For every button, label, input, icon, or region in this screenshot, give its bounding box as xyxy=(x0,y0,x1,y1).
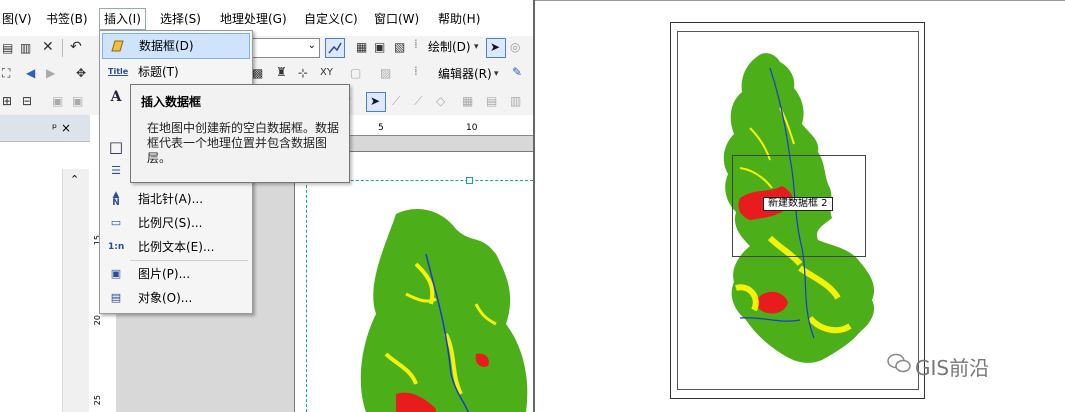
menu-bar: 图(V) 书签(B) 插入(I) 选择(S) 地理处理(G) 自定义(C) 窗口… xyxy=(0,0,533,36)
zoom-out-layout-icon[interactable]: ⊟ xyxy=(22,93,32,109)
text-icon: A xyxy=(110,89,122,105)
ruler-tick-label: 25 xyxy=(93,395,102,406)
catalog-icon[interactable]: ▣ xyxy=(374,39,385,55)
menu-bookmarks[interactable]: 书签(B) xyxy=(46,10,88,28)
north-arrow-icon: ▲ N xyxy=(112,190,120,208)
pin-close-controls[interactable]: ᵖ × xyxy=(52,121,71,135)
menu-item-label: 比例文本(E)... xyxy=(138,240,215,254)
scale-bar-icon: ▭ xyxy=(110,216,122,229)
editor-menu-button[interactable]: 编辑器(R) xyxy=(438,65,492,83)
menu-customize[interactable]: 自定义(C) xyxy=(304,10,358,28)
neatline-icon: □ xyxy=(108,138,124,156)
reshape-icon[interactable]: ⟋ xyxy=(414,93,422,109)
menu-insert[interactable]: 插入(I) xyxy=(99,8,146,30)
toolbox-icon[interactable]: ▧ xyxy=(394,39,405,55)
menu-item-title[interactable]: Title 标题(T) xyxy=(102,60,248,84)
dropdown-arrow-icon[interactable]: ▾ xyxy=(474,39,479,55)
html-popup-icon[interactable]: ▢ xyxy=(350,65,361,81)
zoom-toggle-button[interactable] xyxy=(325,38,345,58)
dropdown-arrow-icon[interactable]: ▾ xyxy=(494,66,499,82)
data-frame-icon xyxy=(109,38,125,54)
toolbar-grip-icon[interactable]: ⁞ xyxy=(414,36,418,52)
menu-item-label: 数据框(D) xyxy=(139,39,194,53)
menu-item-label: 标题(T) xyxy=(138,65,179,79)
toc-header: ᵖ × xyxy=(0,115,90,142)
menu-item-label: 指北针(A)... xyxy=(138,192,204,206)
fixed-zoom-icon[interactable]: ▣ xyxy=(52,93,63,109)
arcmap-window: 图(V) 书签(B) 插入(I) 选择(S) 地理处理(G) 自定义(C) 窗口… xyxy=(0,0,533,412)
cursor-arrow-icon: ➤ xyxy=(370,94,381,108)
standard-toolbar: ▤ ▥ ✕ ↶ ⌄ ▦ ▣ ▧ ⁞ 绘制(D) ▾ ➤ ◎ xyxy=(0,36,533,60)
scroll-up-icon[interactable]: ⌃ xyxy=(70,173,79,186)
rotate-edit-icon[interactable]: ◇ xyxy=(436,93,445,109)
toolbar-grip-icon[interactable]: ⁞ xyxy=(414,63,418,79)
new-data-frame-label: 新建数据框 2 xyxy=(763,197,833,211)
title-icon: Title xyxy=(108,67,129,76)
xy-go-to-icon[interactable]: XY xyxy=(320,65,333,81)
tooltip-title: 插入数据框 xyxy=(141,95,202,109)
object-icon: ▤ xyxy=(110,291,122,304)
table-icon[interactable]: ▦ xyxy=(356,39,367,55)
attributes-icon[interactable]: ▦ xyxy=(462,93,473,109)
measure-icon[interactable]: ⊹ xyxy=(298,65,308,81)
layout-result-view: 新建数据框 2 GIS前沿 xyxy=(535,0,1065,412)
pan-icon[interactable]: ✥ xyxy=(76,65,86,81)
menu-item-scale-text[interactable]: 1:n 比例文本(E)... xyxy=(102,235,248,259)
sketch-props-icon[interactable]: ▤ xyxy=(486,93,497,109)
tools-toolbar: ⛶ ◀ ▶ ✥ ▩ ♜ ⊹ XY ▢ ▨ ⁞ 编辑器(R) ▾ ✎ xyxy=(0,60,533,87)
select-features-button[interactable]: ➤ xyxy=(366,92,386,112)
draw-menu-button[interactable]: 绘制(D) xyxy=(428,38,471,56)
cursor-arrow-icon: ➤ xyxy=(490,40,501,54)
edit-tool-icon[interactable]: ✎ xyxy=(512,64,522,80)
menu-help[interactable]: 帮助(H) xyxy=(438,10,480,28)
ruler-tick-label: 5 xyxy=(378,123,384,133)
menu-separator xyxy=(130,260,248,261)
menu-selection[interactable]: 选择(S) xyxy=(160,10,201,28)
select-elements-button[interactable]: ➤ xyxy=(486,38,506,58)
menu-item-scale-bar[interactable]: ▭ 比例尺(S)... xyxy=(102,211,248,235)
rotate-icon[interactable]: ◎ xyxy=(510,39,520,55)
data-view-icon xyxy=(328,42,342,54)
menu-item-object[interactable]: ▤ 对象(O)... xyxy=(102,286,248,310)
toc-scrollbar[interactable]: ⌃ xyxy=(62,169,89,412)
picture-icon: ▣ xyxy=(110,267,122,280)
tooltip-insert-data-frame: 插入数据框 在地图中创建新的空白数据框。数据框代表一个地理位置并包含数据图层。 xyxy=(130,84,350,183)
edit-vertices-icon[interactable]: ⟋ xyxy=(392,93,400,109)
undo-icon[interactable]: ↶ xyxy=(70,39,82,55)
time-slider-icon[interactable]: ▨ xyxy=(380,65,391,81)
find-icon[interactable]: ♜ xyxy=(276,64,287,80)
map-thumbnail-left xyxy=(360,209,528,412)
copy-icon[interactable]: ▤ xyxy=(2,40,13,56)
scale-text-icon: 1:n xyxy=(108,242,125,252)
chevron-down-icon: ⌄ xyxy=(307,40,316,51)
menu-item-picture[interactable]: ▣ 图片(P)... xyxy=(102,262,248,286)
watermark-text: GIS前沿 xyxy=(915,356,990,380)
tooltip-body: 在地图中创建新的空白数据框。数据框代表一个地理位置并包含数据图层。 xyxy=(147,121,340,165)
paste-icon[interactable]: ▥ xyxy=(20,40,31,56)
menu-geoprocessing[interactable]: 地理处理(G) xyxy=(220,10,287,28)
zoom-in-layout-icon[interactable]: ⊞ xyxy=(2,93,12,109)
delete-icon[interactable]: ✕ xyxy=(42,39,54,55)
selection-handle[interactable] xyxy=(466,177,473,184)
menu-item-data-frame[interactable]: 数据框(D) xyxy=(102,33,250,59)
full-extent-icon[interactable]: ⛶ xyxy=(2,65,10,81)
menu-windows[interactable]: 窗口(W) xyxy=(374,10,419,28)
wechat-icon xyxy=(887,353,911,373)
fixed-zoom-out-icon[interactable]: ▣ xyxy=(72,93,83,109)
legend-icon: ☰ xyxy=(111,164,121,177)
layout-tool-icon[interactable]: ▩ xyxy=(252,65,263,81)
menu-item-label: 比例尺(S)... xyxy=(138,216,203,230)
back-arrow-icon[interactable]: ◀ xyxy=(26,65,35,81)
menu-item-label: 对象(O)... xyxy=(138,291,193,305)
forward-arrow-icon[interactable]: ▶ xyxy=(46,65,55,81)
create-features-icon[interactable]: ▥ xyxy=(510,93,521,109)
table-of-contents-panel: ᵖ × ⌃ xyxy=(0,115,91,412)
menu-item-north-arrow[interactable]: ▲ N 指北针(A)... xyxy=(102,187,248,211)
menu-item-label: 图片(P)... xyxy=(138,267,191,281)
scale-combo[interactable]: ⌄ xyxy=(248,38,320,58)
menu-view[interactable]: 图(V) xyxy=(2,10,32,28)
ruler-tick-label: 20 xyxy=(93,315,102,326)
ruler-tick-label: 10 xyxy=(466,123,478,133)
